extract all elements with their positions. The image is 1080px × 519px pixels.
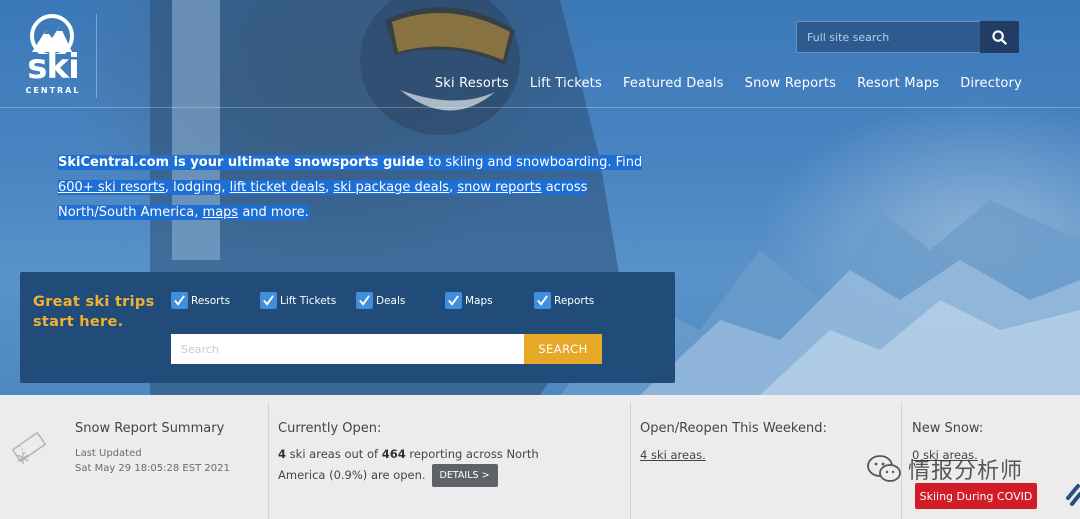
- checkmark-icon: [445, 292, 462, 309]
- last-updated-value: Sat May 29 18:05:28 EST 2021: [75, 463, 230, 474]
- intro-lead: SkiCentral.com is your ultimate snowspor…: [58, 155, 425, 170]
- checkmark-icon: [356, 292, 373, 309]
- site-search-button[interactable]: [980, 21, 1019, 53]
- currently-open-title: Currently Open:: [278, 421, 382, 436]
- link-600-ski-resorts[interactable]: 600+ ski resorts: [58, 180, 165, 195]
- intro-text-part: , lodging,: [164, 180, 230, 195]
- trip-search-panel: Great ski trips start here. Resorts Lift…: [20, 272, 675, 383]
- link-maps[interactable]: maps: [203, 205, 239, 220]
- checkmark-icon: [171, 292, 188, 309]
- link-ski-package-deals[interactable]: ski package deals: [333, 180, 449, 195]
- snowflake-ticket-icon: [11, 431, 47, 464]
- nav-lift-tickets[interactable]: Lift Tickets: [530, 76, 602, 91]
- open-count: 4: [278, 447, 287, 461]
- checkbox-label: Lift Tickets: [280, 294, 337, 307]
- checkbox-label: Deals: [376, 294, 406, 307]
- intro-text-part: to skiing and snowboarding. Find: [424, 155, 643, 170]
- main-nav: Ski Resorts Lift Tickets Featured Deals …: [414, 76, 1022, 91]
- currently-open-text: 4 ski areas out of 464 reporting across …: [278, 445, 578, 487]
- nav-resort-maps[interactable]: Resort Maps: [857, 76, 939, 91]
- checkbox-resorts[interactable]: Resorts: [171, 292, 230, 309]
- site-search-input[interactable]: [796, 21, 980, 53]
- intro-text: SkiCentral.com is your ultimate snowspor…: [58, 150, 658, 225]
- panel-title: Great ski trips start here.: [33, 294, 155, 330]
- wechat-icon: [867, 455, 901, 482]
- link-lift-ticket-deals[interactable]: lift ticket deals: [230, 180, 326, 195]
- chevron-up-icon[interactable]: [1066, 478, 1080, 506]
- checkbox-deals[interactable]: Deals: [356, 292, 405, 309]
- open-total: 464: [381, 447, 406, 461]
- skiing-during-covid-button[interactable]: Skiing During COVID: [915, 483, 1037, 509]
- weekend-title: Open/Reopen This Weekend:: [640, 421, 827, 436]
- checkmark-icon: [534, 292, 551, 309]
- trip-search-input[interactable]: [171, 334, 525, 364]
- site-search: [796, 21, 1019, 53]
- checkbox-reports[interactable]: Reports: [534, 292, 594, 309]
- logo-subtitle: CENTRAL: [25, 86, 81, 95]
- new-snow-title: New Snow:: [912, 421, 984, 436]
- checkbox-label: Maps: [465, 294, 493, 307]
- trip-search-button[interactable]: SEARCH: [524, 334, 602, 364]
- checkbox-maps[interactable]: Maps: [445, 292, 493, 309]
- details-button[interactable]: DETAILS >: [431, 464, 498, 487]
- nav-ski-resorts[interactable]: Ski Resorts: [435, 76, 509, 91]
- checkbox-lift-tickets[interactable]: Lift Tickets: [260, 292, 336, 309]
- checkmark-icon: [260, 292, 277, 309]
- watermark: 情报分析师: [866, 453, 1023, 485]
- column-divider: [630, 402, 631, 519]
- intro-text-part: and more.: [238, 205, 309, 220]
- logo-wordmark[interactable]: ski: [18, 50, 88, 84]
- nav-directory[interactable]: Directory: [960, 76, 1022, 91]
- logo-divider: [96, 14, 97, 98]
- checkbox-label: Reports: [554, 294, 595, 307]
- watermark-text: 情报分析师: [908, 459, 1024, 484]
- checkbox-label: Resorts: [191, 294, 231, 307]
- nav-snow-reports[interactable]: Snow Reports: [745, 76, 836, 91]
- link-snow-reports[interactable]: snow reports: [457, 180, 541, 195]
- nav-featured-deals[interactable]: Featured Deals: [623, 76, 724, 91]
- header-divider: [0, 107, 1080, 108]
- snow-summary-title: Snow Report Summary: [75, 421, 225, 436]
- weekend-link[interactable]: 4 ski areas.: [640, 446, 706, 465]
- column-divider: [268, 402, 269, 519]
- search-icon: [992, 29, 1007, 45]
- open-text-part: ski areas out of: [286, 447, 382, 461]
- last-updated-label: Last Updated: [75, 448, 142, 459]
